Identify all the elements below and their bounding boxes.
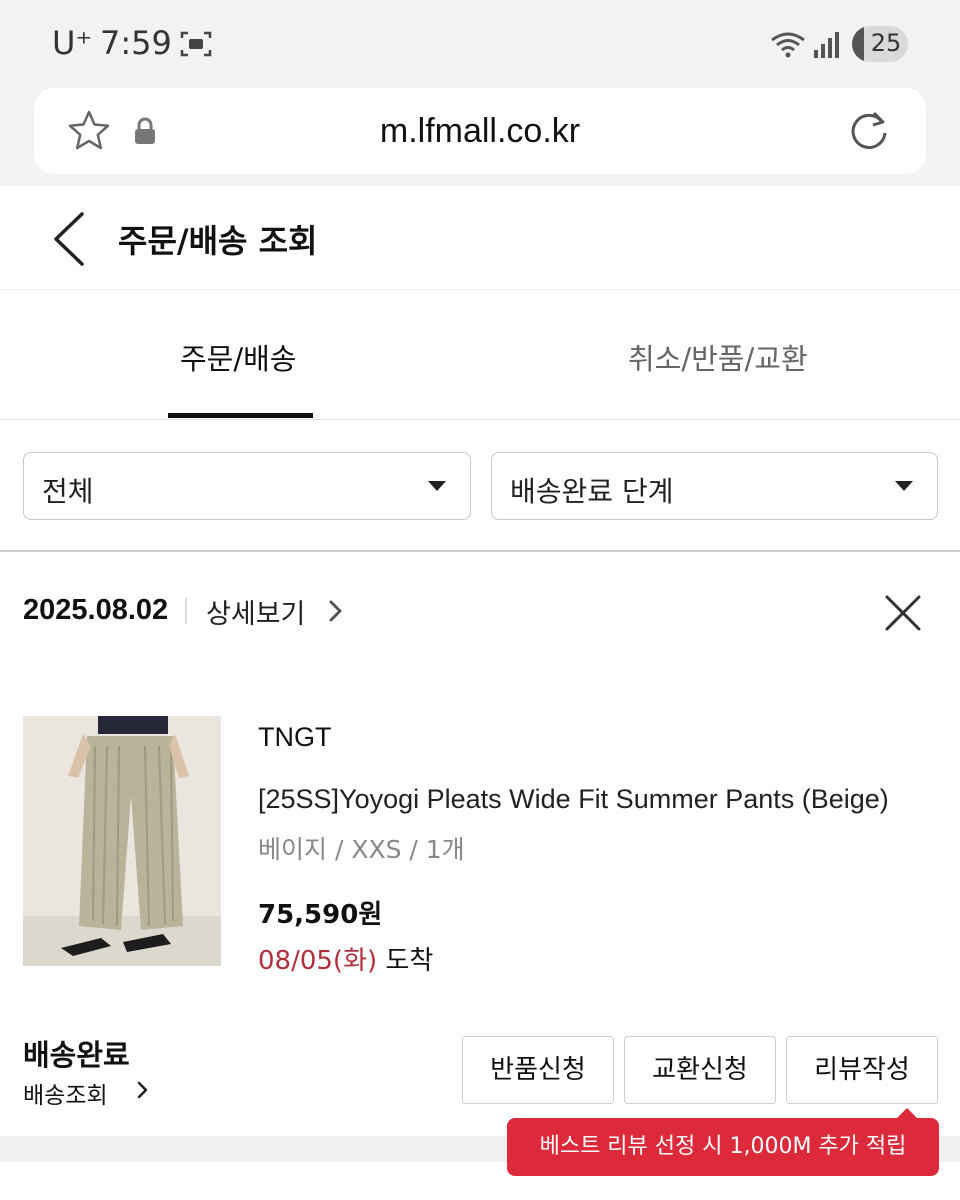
arrival-date: 08/05(화) (258, 946, 378, 976)
exchange-request-button[interactable]: 교환신청 (624, 1036, 776, 1104)
order-product[interactable]: TNGT [25SS]Yoyogi Pleats Wide Fit Summer… (0, 706, 960, 976)
order-tracking-page: 주문/배송 조회 주문/배송 취소/반품/교환 전체 배송완료 단계 2025.… (0, 186, 960, 1200)
tab-order-delivery[interactable]: 주문/배송 (180, 336, 297, 378)
delivery-status-block: 배송완료 배송조회 (23, 1032, 148, 1109)
active-tab-indicator (168, 413, 313, 418)
stage-select-value: 배송완료 단계 (510, 475, 674, 508)
review-reward-tooltip: 베스트 리뷰 선정 시 1,000M 추가 적립 (507, 1118, 939, 1176)
return-request-button[interactable]: 반품신청 (462, 1036, 614, 1104)
status-bar: U⁺ 7:59 25 (0, 0, 960, 88)
product-option: 베이지 / XXS / 1개 (258, 835, 465, 864)
caret-down-icon (428, 481, 446, 491)
signal-icon (814, 32, 839, 58)
product-image (23, 716, 221, 966)
url-bar[interactable]: m.lfmall.co.kr (34, 88, 926, 174)
order-detail-link[interactable]: 상세보기 (206, 592, 305, 631)
product-name[interactable]: [25SS]Yoyogi Pleats Wide Fit Summer Pant… (258, 784, 889, 815)
caret-down-icon (895, 481, 913, 491)
period-select-value: 전체 (42, 475, 94, 508)
carrier-label: U⁺ (52, 24, 93, 62)
order-header: 2025.08.02 상세보기 (0, 552, 960, 672)
divider (185, 598, 187, 624)
arrival-info: 08/05(화) 도착 (258, 940, 433, 977)
url-text[interactable]: m.lfmall.co.kr (234, 112, 726, 151)
tab-bar: 주문/배송 취소/반품/교환 (0, 290, 960, 420)
chevron-right-icon[interactable] (326, 598, 344, 624)
arrival-label: 도착 (385, 946, 434, 976)
lock-icon[interactable] (132, 116, 158, 146)
clock: 7:59 (100, 24, 172, 62)
chevron-right-icon[interactable] (135, 1080, 149, 1100)
wifi-icon (771, 32, 805, 58)
delivery-status: 배송완료 (23, 1038, 130, 1072)
period-select[interactable]: 전체 (23, 452, 471, 520)
page-header: 주문/배송 조회 (0, 186, 960, 290)
battery-indicator: 25 (852, 26, 908, 62)
page-title: 주문/배송 조회 (118, 222, 318, 260)
product-thumbnail[interactable] (23, 716, 221, 966)
battery-level: 25 (870, 29, 902, 57)
back-arrow-icon[interactable] (40, 206, 100, 272)
reload-icon[interactable] (846, 108, 892, 154)
close-icon[interactable] (882, 592, 924, 634)
tab-cancel-return-exchange[interactable]: 취소/반품/교환 (628, 336, 808, 378)
bookmark-star-icon[interactable] (66, 108, 112, 154)
order-date: 2025.08.02 (23, 594, 169, 626)
product-brand: TNGT (258, 722, 332, 752)
write-review-button[interactable]: 리뷰작성 (786, 1036, 938, 1104)
filter-bar: 전체 배송완료 단계 (0, 420, 960, 552)
product-price: 75,590원 (258, 900, 383, 930)
screenshot-icon (180, 31, 212, 57)
stage-select[interactable]: 배송완료 단계 (491, 452, 938, 520)
